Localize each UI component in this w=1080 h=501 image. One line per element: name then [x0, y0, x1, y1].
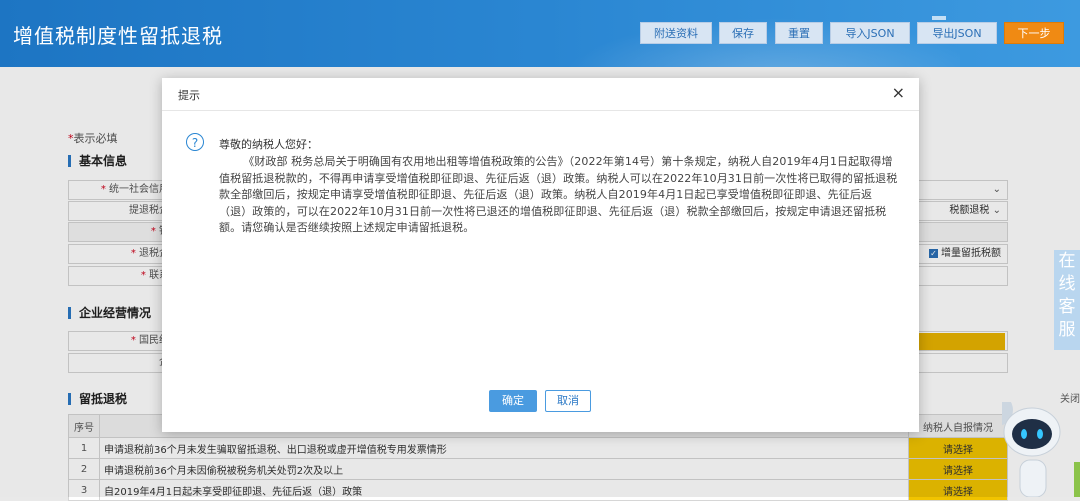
row-num: 1 — [68, 437, 100, 459]
next-step-button[interactable]: 下一步 — [1004, 22, 1064, 44]
robot-assistant-icon[interactable] — [1002, 402, 1080, 497]
required-note: *表示必填 — [68, 132, 118, 145]
chevron-down-icon: ⌄ — [992, 184, 1001, 195]
export-json-button[interactable]: 导出JSON — [917, 22, 997, 44]
row-item: 申请退税前36个月未因偷税被税务机关处罚2次及以上 — [99, 458, 909, 480]
notice-dialog: 提示 × ? 尊敬的纳税人您好： 《财政部 税务总局关于明确国有农用地出租等增值… — [162, 78, 919, 432]
cancel-button[interactable]: 取消 — [545, 390, 591, 412]
header-num: 序号 — [68, 414, 100, 438]
table-row: 2 申请退税前36个月未因偷税被税务机关处罚2次及以上 请选择 — [68, 458, 1008, 480]
dialog-greeting: 尊敬的纳税人您好： — [219, 138, 318, 151]
close-icon[interactable]: × — [892, 84, 905, 102]
status-select[interactable]: 请选择 — [908, 479, 1008, 501]
header-tag-mark — [932, 16, 946, 20]
row-num: 2 — [68, 458, 100, 480]
section-business: 企业经营情况 — [68, 307, 151, 319]
app-header: 增值税制度性留抵退税 附送资料 保存 重置 导入JSON 导出JSON 下一步 — [0, 0, 1080, 67]
checkbox-checked-icon[interactable]: ✓ — [929, 248, 938, 258]
attach-button[interactable]: 附送资料 — [640, 22, 712, 44]
page-title: 增值税制度性留抵退税 — [13, 24, 223, 48]
save-button[interactable]: 保存 — [719, 22, 767, 44]
chevron-down-icon: ⌄ — [992, 205, 1001, 216]
table-row: 3 自2019年4月1日起未享受即征即退、先征后返（退）政策 请选择 — [68, 479, 1008, 501]
row-item: 申请退税前36个月未发生骗取留抵退税、出口退税或虚开增值税专用发票情形 — [99, 437, 909, 459]
status-select[interactable]: 请选择 — [908, 437, 1008, 459]
dialog-header: 提示 × — [162, 78, 919, 111]
reset-button[interactable]: 重置 — [775, 22, 823, 44]
row-num: 3 — [68, 479, 100, 501]
header-status: 纳税人自报情况 — [908, 414, 1008, 438]
industry-select-highlight[interactable] — [905, 333, 1005, 350]
table-row: 1 申请退税前36个月未发生骗取留抵退税、出口退税或虚开增值税专用发票情形 请选… — [68, 437, 1008, 459]
status-select[interactable]: 请选择 — [908, 458, 1008, 480]
confirm-button[interactable]: 确定 — [489, 390, 537, 412]
dialog-message: 《财政部 税务总局关于明确国有农用地出租等增值税政策的公告》（2022年第14号… — [219, 155, 898, 234]
dialog-title: 提示 — [178, 89, 200, 102]
online-service-tab[interactable]: 在线客服 — [1054, 250, 1080, 350]
import-json-button[interactable]: 导入JSON — [830, 22, 910, 44]
row-item: 自2019年4月1日起未享受即征即退、先征后返（退）政策 — [99, 479, 909, 501]
question-icon: ? — [186, 133, 204, 151]
section-basic-info: 基本信息 — [68, 155, 127, 167]
section-refund: 留抵退税 — [68, 393, 127, 405]
